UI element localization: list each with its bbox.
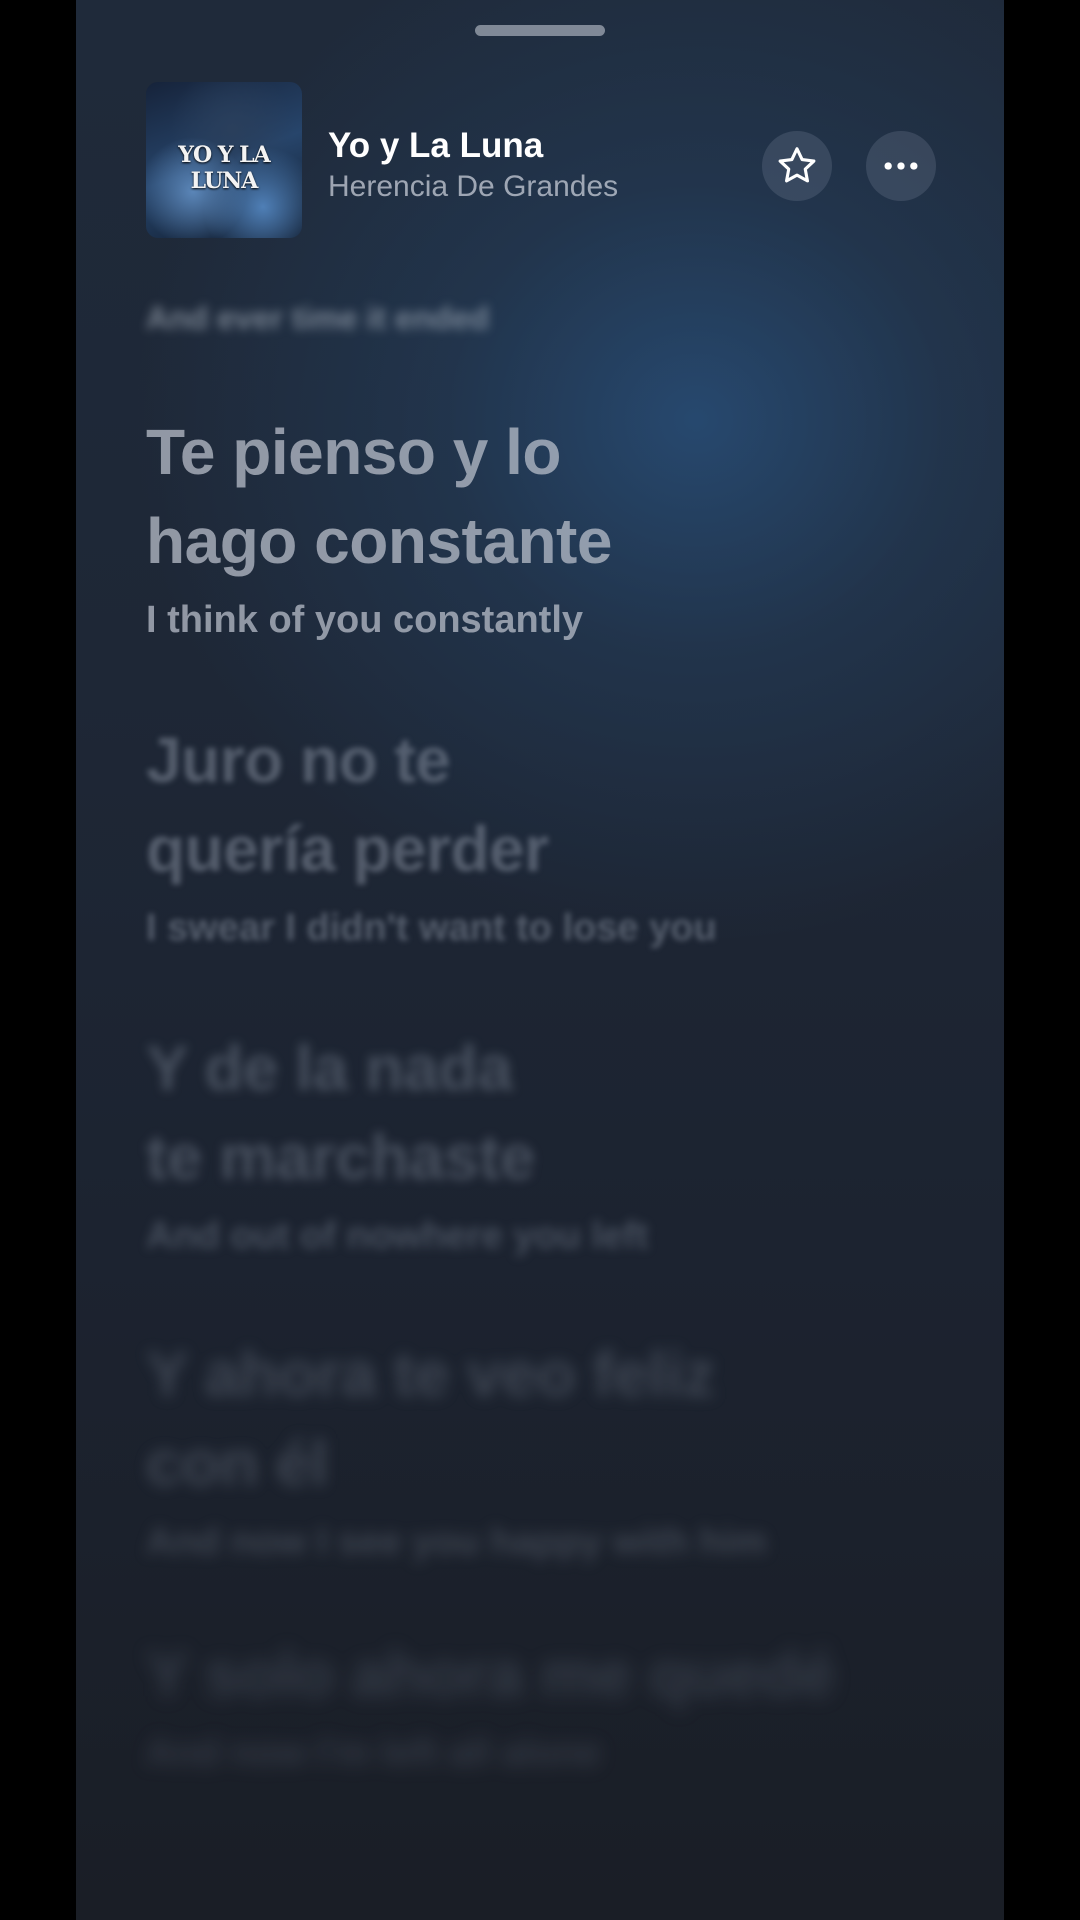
lyric-translation: I think of you constantly [146,599,584,641]
song-title[interactable]: Yo y La Luna [328,126,543,166]
lyric-line[interactable]: Y ahora te veo feliz con él And now I se… [146,1330,946,1566]
lyric-original-line: hago constante [146,505,612,577]
lyric-original-line: con él [146,1427,328,1499]
ellipsis-icon [884,162,918,170]
lyric-translation: And now I see you happy with him [146,1521,767,1563]
screen: YO Y LA LUNA Yo y La Luna Herencia De Gr… [0,0,1080,1920]
lyric-translation: And now I'm left all alone [146,1732,601,1774]
lyric-original-line: quería perder [146,813,549,885]
lyric-original-line: Te pienso y lo [146,416,562,488]
lyric-original-line: Juro no te [146,724,451,796]
lyric-original-line: Y ahora te veo feliz [146,1338,715,1410]
lyric-original: Y solo ahora me quedé [146,1630,946,1719]
lyric-original: Y ahora te veo feliz con él [146,1330,946,1508]
lyric-line[interactable]: Y de la nada te marchaste And out of now… [146,1024,946,1260]
song-artist[interactable]: Herencia De Grandes [328,170,618,204]
lyric-translation: I swear I didn't want to lose you [146,907,717,949]
previous-lyric-translation[interactable]: And ever time it ended [146,300,946,337]
lyric-original: Te pienso y lo hago constante [146,408,946,586]
sheet-grabber[interactable] [475,25,605,36]
star-icon [778,147,816,183]
lyric-translation: And out of nowhere you left [146,1215,649,1257]
lyrics-sheet[interactable]: YO Y LA LUNA Yo y La Luna Herencia De Gr… [76,0,1004,1920]
album-artwork[interactable]: YO Y LA LUNA [146,82,302,238]
more-options-button[interactable] [866,131,936,201]
favorite-button[interactable] [762,131,832,201]
lyric-original-line: te marchaste [146,1121,535,1193]
lyric-line[interactable]: Y solo ahora me quedé And now I'm left a… [146,1630,946,1777]
lyric-original-line: Y solo ahora me quedé [146,1638,835,1710]
lyric-original-line: Y de la nada [146,1032,513,1104]
lyric-original: Juro no te quería perder [146,716,946,894]
lyric-line[interactable]: Juro no te quería perder I swear I didn'… [146,716,946,952]
lyric-line-current[interactable]: Te pienso y lo hago constante I think of… [146,408,946,644]
album-artwork-title: YO Y LA LUNA [178,142,270,194]
lyric-original: Y de la nada te marchaste [146,1024,946,1202]
